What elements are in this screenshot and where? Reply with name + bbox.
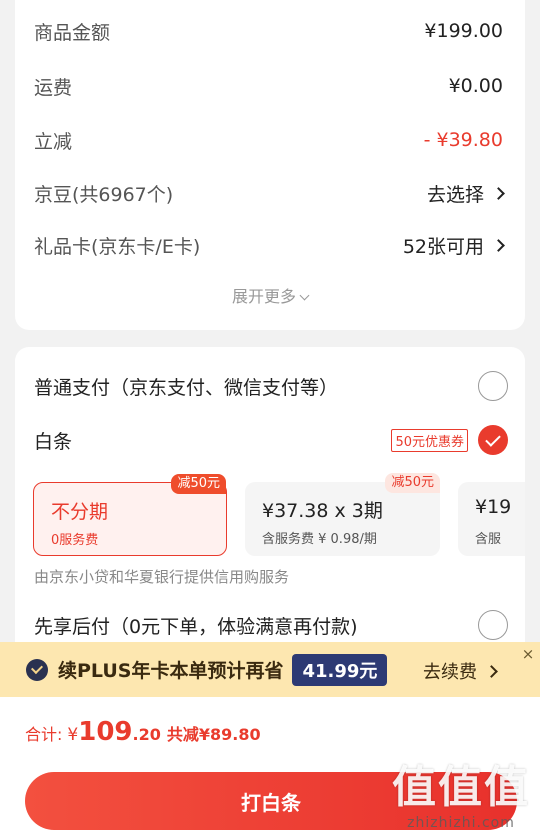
plan-discount-tag: 减50元 bbox=[171, 474, 226, 494]
pay-later-radio[interactable] bbox=[478, 610, 508, 640]
total-currency: ¥ bbox=[67, 725, 79, 745]
close-icon[interactable]: × bbox=[520, 646, 536, 662]
plan-title: 不分期 bbox=[51, 501, 109, 523]
payment-option-normal[interactable]: 普通支付（京东支付、微信支付等） bbox=[34, 369, 508, 403]
price-row-shipping: 运费 ¥0.00 bbox=[34, 71, 503, 101]
discount-value: - ¥39.80 bbox=[423, 129, 503, 151]
plus-renew-label: 去续费 bbox=[423, 662, 477, 683]
shipping-value: ¥0.00 bbox=[448, 75, 503, 97]
shipping-label: 运费 bbox=[34, 76, 73, 99]
plus-crown-icon bbox=[26, 658, 48, 681]
total-amount-decimal: .20 bbox=[132, 725, 161, 744]
price-row-gift-card[interactable]: 礼品卡(京东卡/E卡) 52张可用 bbox=[34, 230, 505, 260]
gift-card-select[interactable]: 52张可用 bbox=[402, 232, 505, 259]
plus-savings-badge: 41.99元 bbox=[292, 653, 388, 686]
site-watermark: 值值值 zhizhizhi.com bbox=[392, 751, 530, 831]
price-row-discount: 立减 - ¥39.80 bbox=[34, 125, 503, 155]
plan-more-installments[interactable]: ¥19 含服 bbox=[458, 482, 525, 556]
plan-subtitle: 含服务费 ¥ 0.98/期 bbox=[262, 532, 377, 547]
payment-option-baitiao[interactable]: 白条 50元优惠券 bbox=[34, 423, 508, 457]
plan-discount-tag: 减50元 bbox=[385, 473, 440, 493]
plus-renew-link[interactable]: 去续费 bbox=[423, 658, 498, 684]
baitiao-radio-checked[interactable] bbox=[478, 425, 508, 455]
normal-pay-label: 普通支付（京东支付、微信支付等） bbox=[34, 376, 339, 399]
plan-3-installments[interactable]: 减50元 ¥37.38 x 3期 含服务费 ¥ 0.98/期 bbox=[245, 473, 440, 556]
watermark-logo: 值值值 bbox=[392, 762, 530, 813]
jingdou-select[interactable]: 去选择 bbox=[426, 180, 505, 207]
expand-more-label: 展开更多 bbox=[231, 287, 296, 306]
goods-amount-value: ¥199.00 bbox=[424, 20, 503, 42]
credit-provider-note: 由京东小贷和华夏银行提供信用购服务 bbox=[34, 568, 290, 586]
chevron-down-icon bbox=[299, 290, 310, 301]
chevron-right-icon bbox=[492, 186, 505, 200]
plus-renewal-banner[interactable]: 续PLUS年卡本单预计再省 41.99元 去续费 × bbox=[0, 642, 540, 697]
plan-subtitle: 0服务费 bbox=[51, 533, 99, 548]
payment-method-card: 普通支付（京东支付、微信支付等） 白条 50元优惠券 减50元 不分期 0服务费… bbox=[15, 347, 525, 667]
plan-no-installment[interactable]: 减50元 不分期 0服务费 bbox=[33, 474, 227, 556]
total-label: 合计: bbox=[25, 725, 63, 744]
price-row-goods-amount: 商品金额 ¥199.00 bbox=[34, 16, 503, 46]
plus-banner-text: 续PLUS年卡本单预计再省 bbox=[58, 660, 284, 682]
order-total: 合计: ¥ 109 .20 共减¥89.80 bbox=[25, 717, 261, 747]
watermark-url: zhizhizhi.com bbox=[407, 815, 515, 831]
expand-more-button[interactable]: 展开更多 bbox=[15, 283, 525, 307]
gift-card-available: 52张可用 bbox=[402, 235, 484, 258]
payment-option-pay-later[interactable]: 先享后付（0元下单，体验满意再付款) bbox=[34, 608, 508, 642]
installment-plans: 减50元 不分期 0服务费 减50元 ¥37.38 x 3期 含服务费 ¥ 0.… bbox=[33, 473, 525, 557]
plan-title: ¥37.38 x 3期 bbox=[262, 500, 383, 522]
goods-amount-label: 商品金额 bbox=[34, 21, 111, 44]
baitiao-coupon-badge: 50元优惠券 bbox=[391, 428, 468, 452]
price-details-card: 商品金额 ¥199.00 运费 ¥0.00 立减 - ¥39.80 京豆(共69… bbox=[15, 0, 525, 330]
plan-title: ¥19 bbox=[475, 496, 512, 518]
jingdou-label: 京豆(共6967个) bbox=[34, 183, 174, 206]
total-saved: 共减¥89.80 bbox=[166, 725, 261, 744]
normal-pay-radio[interactable] bbox=[478, 371, 508, 401]
chevron-right-icon bbox=[485, 664, 498, 678]
chevron-right-icon bbox=[492, 238, 505, 252]
baitiao-label: 白条 bbox=[34, 430, 73, 453]
plan-subtitle: 含服 bbox=[475, 532, 502, 547]
total-amount-integer: 109 bbox=[78, 717, 133, 747]
pay-later-label: 先享后付（0元下单，体验满意再付款) bbox=[34, 615, 358, 638]
gift-card-label: 礼品卡(京东卡/E卡) bbox=[34, 235, 201, 258]
price-row-jingdou[interactable]: 京豆(共6967个) 去选择 bbox=[34, 178, 505, 208]
check-icon bbox=[485, 430, 501, 447]
discount-label: 立减 bbox=[34, 130, 73, 153]
jingdou-select-label: 去选择 bbox=[426, 183, 484, 206]
